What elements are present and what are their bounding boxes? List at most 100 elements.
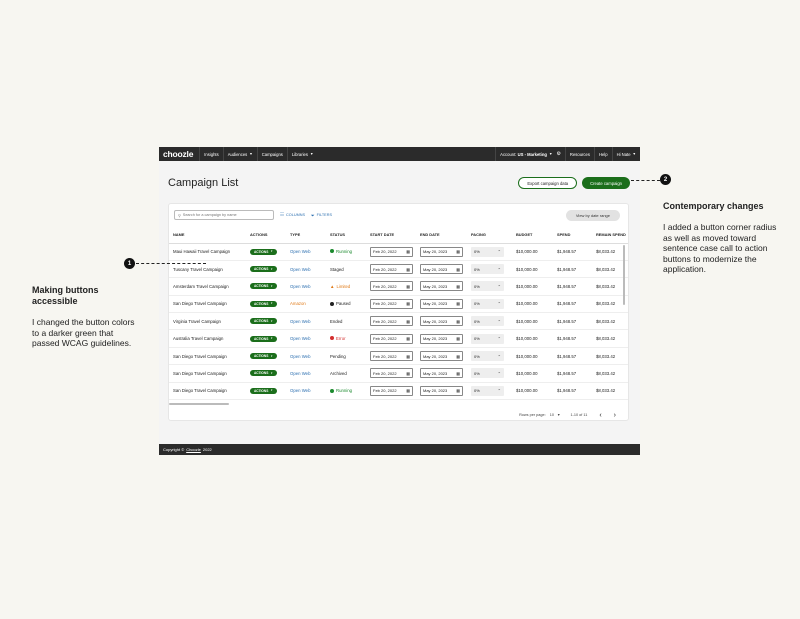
vertical-scrollbar[interactable] [623,245,625,305]
nav-item-insights[interactable]: Insights [199,147,222,161]
pacing-field[interactable]: 0% ⌃ [471,368,504,379]
create-campaign-button[interactable]: Create campaign [582,177,630,189]
nav-item-audiences[interactable]: Audiences ▼ [222,147,257,161]
start-date-field[interactable]: Feb 20, 2022 ▦ [370,351,413,362]
column-header[interactable]: BUDGET [512,226,553,244]
pacing-field[interactable]: 0% ⌃ [471,316,504,327]
start-date-field[interactable]: Feb 20, 2022 ▦ [370,333,413,344]
column-header[interactable]: ACTIONS [246,226,286,244]
search-input[interactable] [182,213,268,217]
top-nav: choozle Insights Audiences ▼ Campaigns Libra… [159,147,640,161]
campaign-type[interactable]: Amazon [286,295,326,314]
account-selector[interactable]: Account: US - Marketing ▼ ⚙ [495,147,565,161]
columns-button[interactable]: ☷ COLUMNS [280,212,305,218]
campaign-type[interactable]: Open Web [286,364,326,383]
column-header[interactable]: END DATE [416,226,467,244]
campaign-type[interactable]: Open Web [286,329,326,348]
column-header[interactable]: SPEND [553,226,592,244]
actions-button[interactable]: ACTIONS ▼ [250,300,277,307]
campaign-name[interactable]: San Diego Travel Campaign [169,382,246,401]
pacing-field[interactable]: 0% ⌃ [471,385,504,396]
column-header[interactable]: TYPE [286,226,326,244]
status-dot-icon [330,249,334,254]
start-date-field[interactable]: Feb 20, 2022 ▦ [370,264,413,275]
end-date-field[interactable]: May 20, 2023 ▦ [420,385,463,396]
end-date-field[interactable]: May 20, 2023 ▦ [420,316,463,327]
campaign-name[interactable]: San Diego Travel Campaign [169,364,246,383]
table-row[interactable]: San Diego Travel Campaign ACTIONS ▼ Open We… [169,364,628,383]
choozle-link[interactable]: Choozle [186,447,201,452]
horizontal-scrollbar[interactable] [169,403,229,405]
pacing-value: 0% [474,353,480,359]
view-by-date-range-button[interactable]: View by date range [565,209,620,221]
campaign-name[interactable]: Australia Travel Campaign [169,329,246,348]
actions-button[interactable]: ACTIONS ▼ [250,370,277,377]
settings-icon[interactable]: ⚙ [556,151,560,157]
campaign-type[interactable]: Open Web [286,347,326,366]
actions-button[interactable]: ACTIONS ▼ [250,266,277,273]
campaign-type[interactable]: Open Web [286,312,326,331]
end-date-field[interactable]: May 20, 2023 ▦ [420,281,463,292]
actions-button[interactable]: ACTIONS ▼ [250,387,277,394]
start-date-field[interactable]: Feb 20, 2022 ▦ [370,316,413,327]
start-date-field[interactable]: Feb 20, 2022 ▦ [370,246,413,257]
column-header[interactable]: REMAIN SPEND [592,226,628,244]
nav-item-label: Audiences [227,151,248,157]
campaign-name[interactable]: Maui Hawaii Travel Campaign [169,243,246,261]
next-page-icon[interactable]: › [614,412,616,419]
nav-item-libraries[interactable]: Libraries ▼ [286,147,318,161]
user-menu[interactable]: Hi Nate ▼ [611,147,640,161]
start-date-field[interactable]: Feb 20, 2022 ▦ [370,281,413,292]
campaign-type[interactable]: Open Web [286,243,326,261]
end-date-field[interactable]: May 20, 2023 ▦ [420,368,463,379]
resources-link[interactable]: Resources [564,147,594,161]
search-box[interactable]: ⚲ [174,210,274,220]
start-date-field[interactable]: Feb 20, 2022 ▦ [370,298,413,309]
nav-item-campaigns[interactable]: Campaigns [256,147,287,161]
column-header[interactable]: START DATE [366,226,416,244]
campaign-name[interactable]: Virginia Travel Campaign [169,312,246,331]
table-row[interactable]: Tuscany Travel Campaign ACTIONS ▼ Open Web S… [169,260,628,279]
campaign-type[interactable]: Open Web [286,382,326,401]
end-date-field[interactable]: May 20, 2023 ▦ [420,333,463,344]
campaign-type[interactable]: Open Web [286,277,326,296]
table-row[interactable]: Maui Hawaii Travel Campaign ACTIONS ▼ Open … [169,243,628,261]
rows-per-page-select[interactable]: 10 ▼ [549,413,561,417]
pacing-field[interactable]: 0% ⌃ [471,333,504,344]
end-date-field[interactable]: May 20, 2023 ▦ [420,264,463,275]
actions-button[interactable]: ACTIONS ▼ [250,335,277,342]
campaign-type[interactable]: Open Web [286,260,326,279]
column-header[interactable]: NAME [169,226,246,244]
pacing-field[interactable]: 0% ⌃ [471,298,504,309]
pacing-field[interactable]: 0% ⌃ [471,281,504,292]
table-row[interactable]: San Diego Travel Campaign ACTIONS ▼ Open We… [169,347,628,366]
column-header[interactable]: STATUS [326,226,366,244]
table-row[interactable]: San Diego Travel Campaign ACTIONS ▼ Amazon P… [169,295,628,314]
pacing-field[interactable]: 0% ⌃ [471,351,504,362]
table-row[interactable]: San Diego Travel Campaign ACTIONS ▼ Open We… [169,382,628,401]
pacing-field[interactable]: 0% ⌃ [471,264,504,275]
help-link[interactable]: Help [593,147,612,161]
logo[interactable]: choozle [159,149,199,159]
campaign-name[interactable]: San Diego Travel Campaign [169,295,246,314]
budget-cell: $10,000.00 [512,347,553,366]
end-date-field[interactable]: May 20, 2023 ▦ [420,246,463,257]
previous-page-icon[interactable]: ‹ [599,412,601,419]
pacing-field[interactable]: 0% ⌃ [471,246,504,257]
actions-button[interactable]: ACTIONS ▼ [250,318,277,325]
table-row[interactable]: Virginia Travel Campaign ACTIONS ▼ Open Web… [169,312,628,331]
actions-button[interactable]: ACTIONS ▼ [250,353,277,360]
end-date-field[interactable]: May 20, 2023 ▦ [420,351,463,362]
start-date-field[interactable]: Feb 20, 2022 ▦ [370,368,413,379]
table-row[interactable]: Australia Travel Campaign ACTIONS ▼ Open We… [169,329,628,348]
campaign-name[interactable]: San Diego Travel Campaign [169,347,246,366]
filters-button[interactable]: ⏷ FILTERS [311,213,332,218]
actions-button[interactable]: ACTIONS ▼ [250,283,277,290]
table-row[interactable]: Amsterdam Travel Campaign ACTIONS ▼ Open We… [169,277,628,296]
end-date-field[interactable]: May 20, 2023 ▦ [420,298,463,309]
campaign-name[interactable]: Amsterdam Travel Campaign [169,277,246,296]
column-header[interactable]: PACING [467,226,512,244]
export-campaign-data-button[interactable]: Export campaign data [518,177,578,189]
start-date-field[interactable]: Feb 20, 2022 ▦ [370,385,413,396]
actions-button[interactable]: ACTIONS ▼ [250,248,277,255]
